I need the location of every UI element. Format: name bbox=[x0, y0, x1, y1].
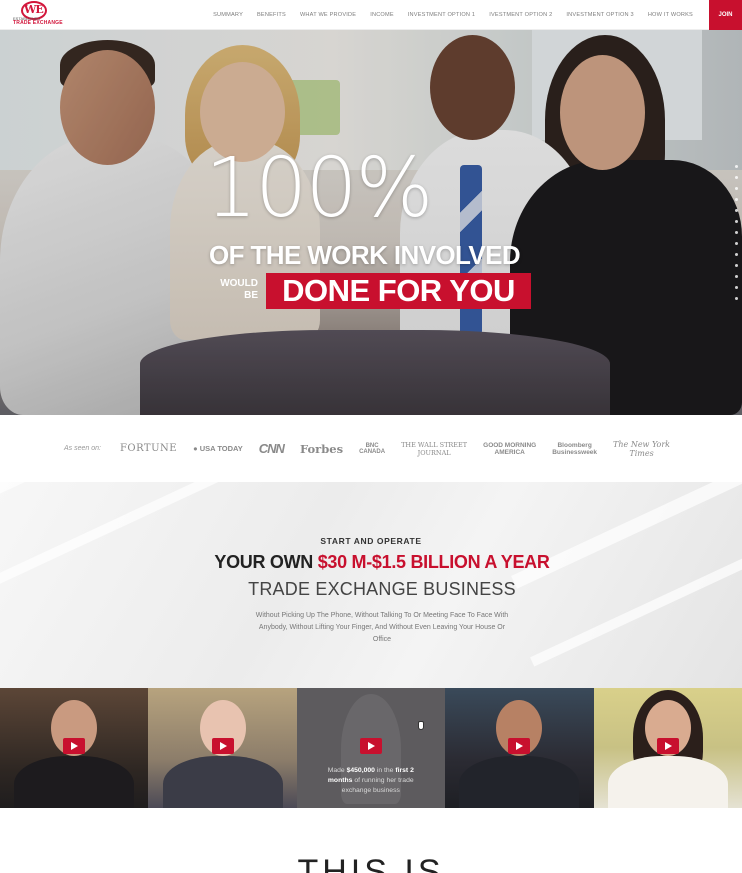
slide-dot[interactable] bbox=[735, 275, 738, 278]
nyt-line2: Times bbox=[629, 448, 654, 458]
join-button[interactable]: JOIN bbox=[709, 0, 742, 30]
nav-item-investment-option-3[interactable]: INVESTMENT OPTION 3 bbox=[559, 12, 640, 18]
section-subheadline: TRADE EXCHANGE BUSINESS bbox=[248, 579, 516, 599]
nav-item-investment-option-2[interactable]: IVESTMENT OPTION 2 bbox=[482, 12, 559, 18]
slide-dot[interactable] bbox=[735, 220, 738, 223]
video-person-body bbox=[607, 756, 728, 808]
hero-banner: 100% OF THE WORK INVOLVED WOULD BE DONE … bbox=[0, 30, 742, 415]
nyt-line1: The New York bbox=[613, 439, 671, 449]
slide-dot[interactable] bbox=[735, 187, 738, 190]
section-headline: YOUR OWN $30 M-$1.5 BILLION A YEAR bbox=[0, 552, 742, 573]
caption-pre: Made bbox=[327, 767, 347, 774]
nyt-logo: The New York Times bbox=[613, 440, 670, 458]
bloomberg-line2: Businessweek bbox=[552, 448, 598, 456]
gma-line2: AMERICA bbox=[494, 448, 525, 456]
mouse-cursor-icon bbox=[418, 721, 424, 730]
bloomberg-line1: Bloomberg bbox=[557, 441, 592, 449]
headline-prefix: YOUR OWN bbox=[214, 552, 318, 572]
slide-dot[interactable] bbox=[735, 231, 738, 234]
headline-amount: $30 M-$1.5 BILLION A YEAR bbox=[317, 552, 550, 572]
video-thumbnail[interactable] bbox=[593, 688, 742, 808]
nav-item-investment-option-1[interactable]: INVESTMENT OPTION 1 bbox=[401, 12, 482, 18]
wsj-line1: THE WALL STREET bbox=[401, 440, 468, 449]
wsj-line2: JOURNAL bbox=[417, 448, 451, 457]
forbes-logo: Forbes bbox=[299, 441, 344, 456]
caption-post: of running her trade exchange business bbox=[341, 777, 414, 794]
nav-item-what-we-provide[interactable]: WHAT WE PROVIDE bbox=[293, 12, 363, 18]
slide-dot[interactable] bbox=[735, 209, 738, 212]
section-kicker: START AND OPERATE bbox=[320, 536, 422, 546]
bloomberg-logo: Bloomberg Businessweek bbox=[552, 442, 597, 456]
video-thumbnail-active[interactable]: Made $450,000 in the first 2 months of r… bbox=[296, 688, 446, 808]
hero-highlight: DONE FOR YOU bbox=[266, 273, 531, 309]
logo-brand: TRADE EXCHANGE bbox=[13, 20, 63, 26]
slide-dot[interactable] bbox=[735, 242, 738, 245]
testimonial-videos: Made $450,000 in the first 2 months of r… bbox=[0, 688, 742, 808]
hero-be: BE bbox=[244, 290, 258, 301]
usa-today-logo: ● USA TODAY bbox=[193, 444, 243, 453]
caption-mid: in the bbox=[374, 767, 396, 774]
video-person-body bbox=[14, 756, 135, 808]
video-thumbnail[interactable] bbox=[0, 688, 149, 808]
video-person-body bbox=[459, 756, 580, 808]
video-thumbnail[interactable] bbox=[148, 688, 297, 808]
wsj-logo: THE WALL STREET JOURNAL bbox=[401, 441, 467, 457]
gma-line1: GOOD MORNING bbox=[483, 441, 537, 449]
video-thumbnail[interactable] bbox=[445, 688, 594, 808]
slide-dot[interactable] bbox=[735, 165, 738, 168]
nav-item-benefits[interactable]: BENEFITS bbox=[250, 12, 293, 18]
nav-item-income[interactable]: INCOME bbox=[363, 12, 401, 18]
play-icon[interactable] bbox=[656, 738, 679, 754]
main-menu: SUMMARY BENEFITS WHAT WE PROVIDE INCOME … bbox=[206, 0, 700, 30]
video-person-body bbox=[162, 756, 283, 808]
as-seen-on-label: As seen on: bbox=[63, 445, 101, 452]
slide-dot[interactable] bbox=[735, 198, 738, 201]
play-icon[interactable] bbox=[211, 738, 234, 754]
site-logo[interactable]: WE ESTABLISHED TRADE EXCHANGE bbox=[13, 1, 69, 28]
play-icon[interactable] bbox=[359, 738, 382, 754]
cnn-logo: CNN bbox=[258, 441, 285, 456]
slide-dots bbox=[735, 165, 738, 300]
bnc-logo: BNC CANADA bbox=[359, 443, 385, 455]
slide-dot[interactable] bbox=[735, 297, 738, 300]
section-description: Without Picking Up The Phone, Without Ta… bbox=[255, 612, 509, 643]
nav-item-how-it-works[interactable]: HOW IT WORKS bbox=[641, 12, 700, 18]
top-nav: WE ESTABLISHED TRADE EXCHANGE SUMMARY BE… bbox=[0, 0, 742, 30]
bnc-sub: CANADA bbox=[359, 448, 386, 455]
slide-dot[interactable] bbox=[735, 253, 738, 256]
hero-would: WOULD bbox=[220, 278, 258, 289]
usa-today-text: USA TODAY bbox=[199, 444, 243, 453]
slide-dot[interactable] bbox=[735, 264, 738, 267]
logo-mark: WE bbox=[24, 3, 44, 16]
hero-headline: OF THE WORK INVOLVED bbox=[209, 240, 521, 270]
fortune-logo: FORTUNE bbox=[119, 443, 178, 454]
slide-dot[interactable] bbox=[735, 286, 738, 289]
video-caption: Made $450,000 in the first 2 months of r… bbox=[315, 766, 427, 796]
hero-would-be: WOULD BE bbox=[212, 278, 258, 302]
hero-percent: 100% bbox=[205, 141, 433, 236]
gma-logo: GOOD MORNING AMERICA bbox=[483, 442, 536, 456]
nav-item-summary[interactable]: SUMMARY bbox=[206, 12, 250, 18]
as-seen-on-bar: As seen on: FORTUNE ● USA TODAY CNN Forb… bbox=[0, 415, 742, 482]
slide-dot[interactable] bbox=[735, 176, 738, 179]
caption-amount: $450,000 bbox=[346, 767, 375, 774]
start-operate-section: START AND OPERATE YOUR OWN $30 M-$1.5 BI… bbox=[0, 482, 742, 688]
play-icon[interactable] bbox=[63, 738, 86, 754]
next-section-title: THIS IS bbox=[297, 853, 445, 873]
play-icon[interactable] bbox=[508, 738, 531, 754]
